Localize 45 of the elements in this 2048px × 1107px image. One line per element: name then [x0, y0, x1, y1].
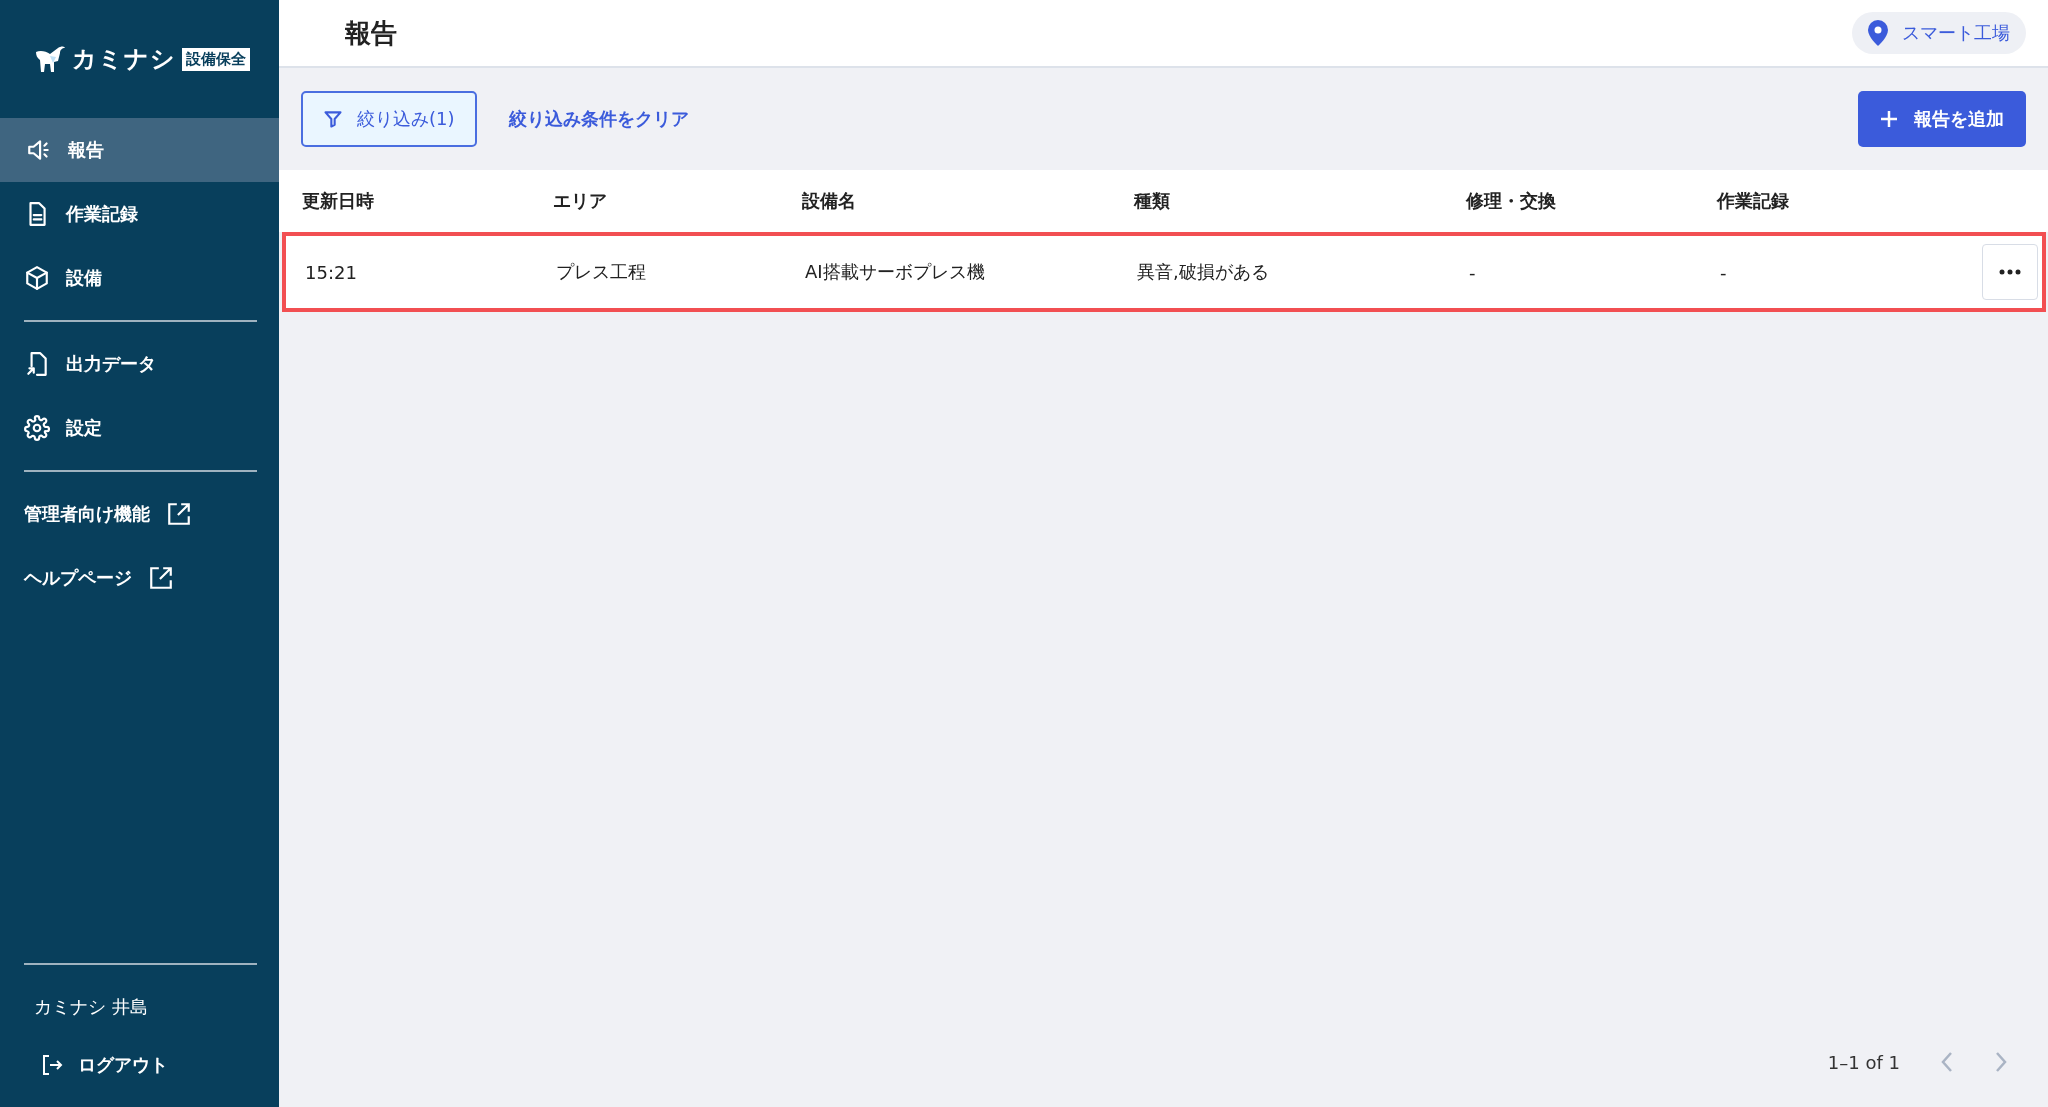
goat-logo-icon: [34, 44, 66, 74]
location-chip[interactable]: スマート工場: [1852, 12, 2026, 54]
map-pin-icon: [1868, 20, 1888, 46]
nav-item[interactable]: 設備: [0, 246, 279, 310]
plus-icon: [1880, 110, 1898, 128]
logout-icon: [40, 1053, 64, 1077]
nav-item[interactable]: 報告: [0, 118, 279, 182]
external-link-icon: [166, 501, 192, 527]
clear-filter-link[interactable]: 絞り込み条件をクリア: [508, 107, 689, 131]
logo-text: カミナシ: [72, 44, 176, 75]
cube-icon: [24, 265, 50, 291]
nav-item[interactable]: 設定: [0, 396, 279, 460]
settings-icon: [24, 415, 50, 441]
chevron-left-icon: [1940, 1051, 1954, 1073]
filter-button[interactable]: 絞り込み(1): [301, 91, 477, 147]
column-header: 作業記録: [1717, 189, 1790, 213]
nav-item[interactable]: 作業記録: [0, 182, 279, 246]
nav-item[interactable]: ヘルプページ: [0, 546, 279, 610]
table-cell-text: 異音,破損がある: [1137, 260, 1270, 284]
nav-item[interactable]: 出力データ: [0, 332, 279, 396]
more-button[interactable]: [1982, 244, 2038, 300]
table-cell-text: -: [1469, 261, 1477, 283]
logout-link[interactable]: ログアウト: [0, 1039, 279, 1107]
nav-item[interactable]: 管理者向け機能: [0, 482, 279, 546]
column-header: 設備名: [802, 189, 857, 213]
product-badge: 設備保全: [182, 47, 250, 71]
column-header: エリア: [553, 189, 608, 213]
column-header: 種類: [1134, 189, 1171, 213]
file-arrow-icon: [24, 351, 50, 377]
column-header: 修理・交換: [1466, 189, 1557, 213]
more-icon: [1999, 269, 2021, 275]
table-cell-text: AI搭載サーボプレス機: [805, 260, 986, 284]
table-cell-text: -: [1720, 261, 1728, 283]
user-name: カミナシ 井島: [33, 995, 149, 1019]
column-header: 更新日時: [302, 189, 375, 213]
external-link-icon: [148, 565, 174, 591]
megaphone-icon: [26, 137, 52, 163]
page-title: 報告: [345, 16, 397, 50]
filter-icon: [323, 109, 343, 129]
page-range: 1–1 of 1: [1827, 1051, 1900, 1073]
add-report-button[interactable]: 報告を追加: [1858, 91, 2026, 147]
table-row[interactable]: 15:21 プレス工程 AI搭載サーボプレス機 異音,破損がある - -: [282, 232, 2046, 312]
table-cell-text: 15:21: [305, 261, 358, 283]
table-cell-text: プレス工程: [556, 260, 647, 284]
chevron-right-icon: [1994, 1051, 2008, 1073]
